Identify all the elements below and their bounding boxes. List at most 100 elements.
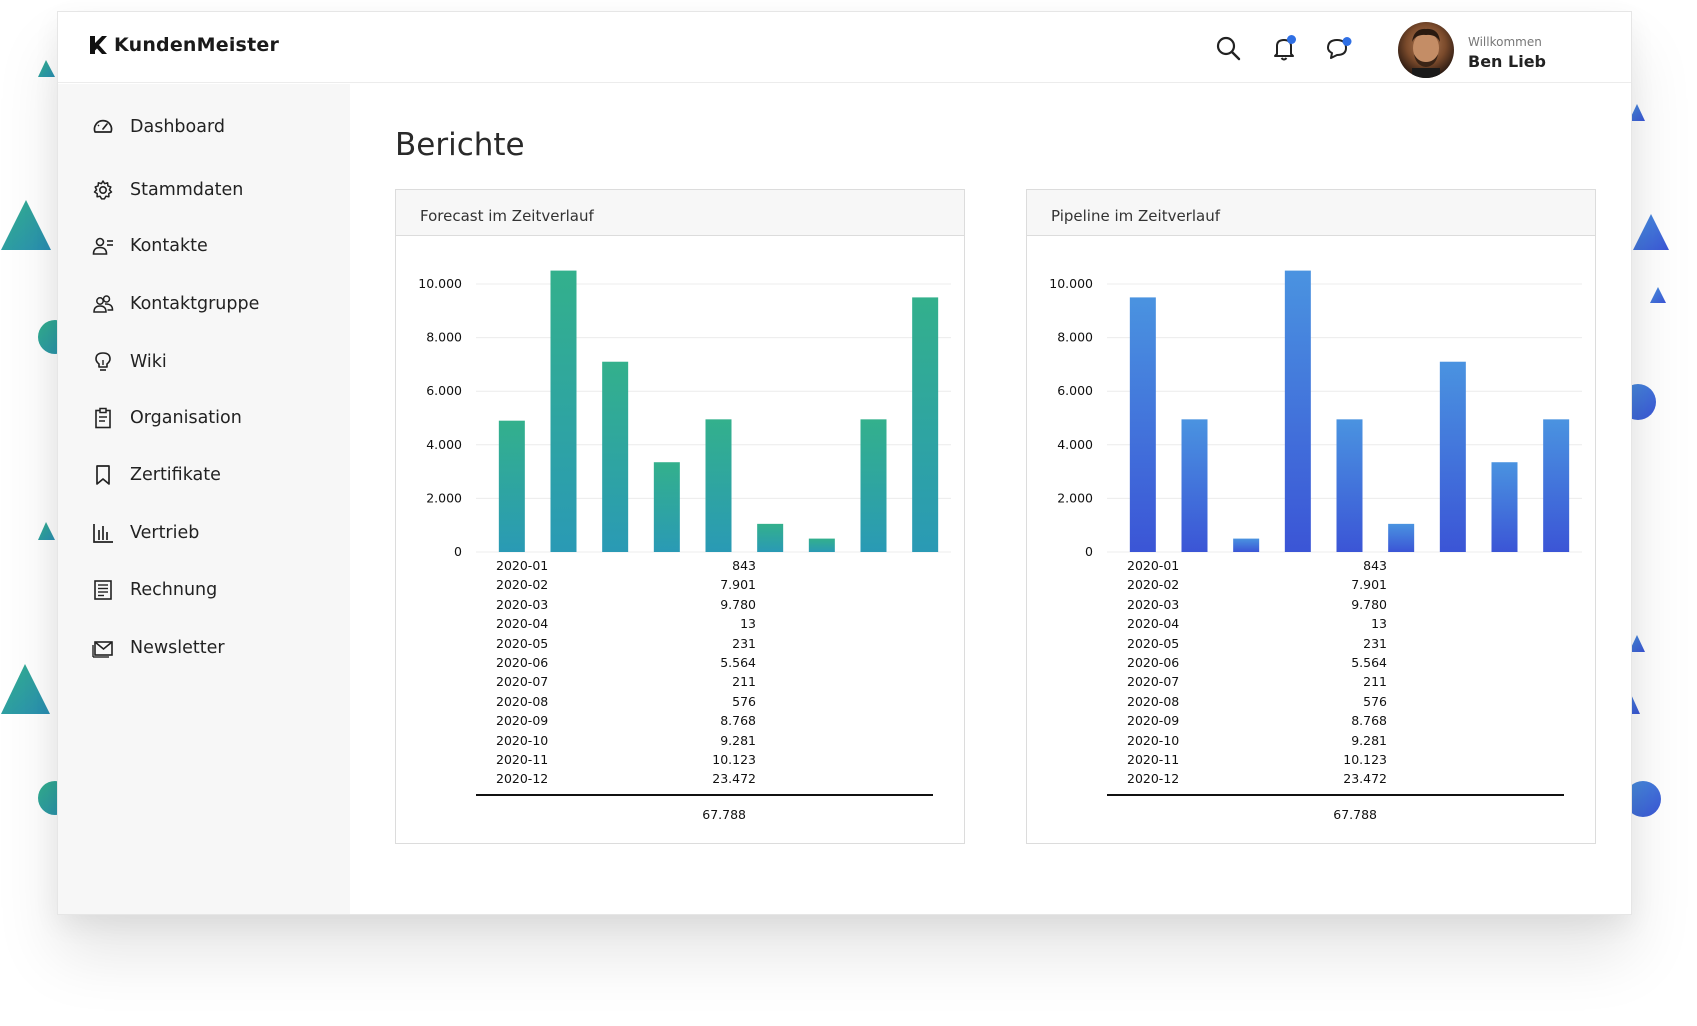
bar[interactable] [1181, 419, 1208, 552]
month-cell: 2020-08 [496, 693, 549, 709]
avatar-portrait [1412, 28, 1440, 78]
table-row: 2020-10 9.281 [496, 733, 946, 752]
bar[interactable] [602, 361, 629, 552]
sidebar-item-newsletter[interactable]: Newsletter [92, 637, 225, 659]
sidebar-item-dashboard[interactable]: Dashboard [92, 116, 225, 138]
y-tick-label: 6.000 [426, 383, 462, 398]
bar[interactable] [1336, 419, 1363, 552]
sidebar-item-stammdaten[interactable]: Stammdaten [92, 179, 243, 201]
sidebar-item-rechnung[interactable]: Rechnung [92, 579, 217, 601]
value-cell: 10.123 [1343, 751, 1387, 767]
month-cell: 2020-12 [1127, 771, 1180, 787]
sidebar-item-zertifikate[interactable]: Zertifikate [92, 464, 221, 486]
bar[interactable] [1388, 523, 1415, 552]
clipboard-icon [95, 407, 111, 429]
value-cell: 8.768 [720, 713, 756, 729]
bar[interactable] [550, 270, 577, 552]
avatar[interactable] [1398, 22, 1454, 78]
bar[interactable] [808, 538, 835, 552]
bar[interactable] [1491, 462, 1518, 552]
pipeline-chart: 0 2.000 4.000 6.000 8.000 10.000 [1049, 270, 1582, 557]
table-row: 2020-01 843 [496, 558, 946, 577]
sidebar-item-kontakte[interactable]: Kontakte [92, 235, 208, 257]
table-row: 2020-07 211 [496, 674, 946, 693]
y-tick-label: 4.000 [1057, 437, 1093, 452]
month-cell: 2020-10 [1127, 732, 1180, 748]
bar[interactable] [653, 462, 680, 552]
user-name[interactable]: Ben Lieb [1468, 52, 1546, 71]
month-cell: 2020-01 [1127, 558, 1180, 573]
value-cell: 13 [1371, 616, 1387, 632]
value-cell: 23.472 [712, 771, 756, 787]
month-cell: 2020-09 [496, 713, 549, 729]
logo-text: KundenMeister [114, 34, 280, 56]
chat-icon[interactable] [1324, 34, 1352, 62]
sidebar-item-vertrieb[interactable]: Vertrieb [92, 522, 199, 544]
month-cell: 2020-11 [1127, 751, 1180, 767]
bar[interactable] [1284, 270, 1311, 552]
value-cell: 13 [740, 616, 756, 632]
value-cell: 7.901 [720, 577, 756, 593]
value-cell: 576 [1363, 693, 1387, 709]
stage: KundenMeister Willkommen Ben Lieb Dashbo… [0, 0, 1697, 1026]
value-cell: 576 [732, 693, 756, 709]
bar[interactable] [860, 419, 887, 552]
value-cell: 211 [732, 674, 756, 690]
bar[interactable] [705, 419, 732, 552]
main-content: Berichte Forecast im Zeitverlauf 0 2.000 4… [350, 84, 1631, 914]
bar[interactable] [912, 297, 939, 552]
sidebar-item-label: Newsletter [130, 638, 225, 658]
sidebar-item-organisation[interactable]: Organisation [92, 407, 242, 429]
value-cell: 23.472 [1343, 771, 1387, 787]
y-tick-label: 8.000 [1057, 330, 1093, 345]
table-row: 2020-12 23.472 [1127, 771, 1577, 790]
value-cell: 9.281 [1351, 732, 1387, 748]
bar[interactable] [1543, 419, 1570, 552]
logo-icon [90, 36, 107, 54]
month-cell: 2020-12 [496, 771, 549, 787]
value-cell: 843 [732, 558, 756, 573]
table-row: 2020-10 9.281 [1127, 733, 1577, 752]
sidebar-item-wiki[interactable]: Wiki [92, 351, 167, 373]
sidebar-item-label: Zertifikate [130, 465, 221, 485]
mail-icon [92, 641, 113, 658]
sidebar-item-kontaktgruppe[interactable]: Kontaktgruppe [92, 293, 259, 315]
month-cell: 2020-05 [496, 635, 549, 651]
table-row: 2020-01 843 [1127, 558, 1577, 577]
y-tick-label: 4.000 [426, 437, 462, 452]
month-cell: 2020-05 [1127, 635, 1180, 651]
sidebar-item-label: Organisation [130, 408, 242, 428]
y-tick-label: 10.000 [418, 276, 462, 291]
welcome-label: Willkommen [1468, 35, 1542, 49]
gauge-icon [93, 119, 113, 133]
sidebar-item-label: Vertrieb [130, 523, 200, 543]
sidebar-item-label: Stammdaten [130, 180, 244, 200]
page-title: Berichte [395, 127, 525, 163]
table-row: 2020-09 8.768 [1127, 713, 1577, 732]
table-row: 2020-04 13 [496, 616, 946, 635]
month-cell: 2020-07 [496, 674, 549, 690]
month-cell: 2020-10 [496, 732, 549, 748]
bar[interactable] [1129, 297, 1156, 552]
y-tick-label: 0 [1085, 544, 1093, 557]
table-row: 2020-08 576 [1127, 694, 1577, 713]
y-tick-label: 0 [454, 544, 462, 557]
logo[interactable]: KundenMeister [88, 34, 279, 56]
month-cell: 2020-08 [1127, 693, 1180, 709]
table-row: 2020-08 576 [496, 694, 946, 713]
search-icon[interactable] [1214, 34, 1242, 62]
bookmark-icon [96, 465, 110, 485]
table-row: 2020-11 10.123 [1127, 752, 1577, 771]
bell-icon[interactable] [1270, 34, 1298, 62]
bar[interactable] [498, 420, 525, 552]
card-title: Forecast im Zeitverlauf [396, 190, 964, 236]
bar[interactable] [757, 523, 784, 552]
value-cell: 9.780 [720, 596, 756, 612]
table-row: 2020-03 9.780 [1127, 597, 1577, 616]
table-row: 2020-02 7.901 [496, 577, 946, 596]
bar[interactable] [1439, 361, 1466, 552]
y-tick-label: 6.000 [1057, 383, 1093, 398]
bar[interactable] [1233, 538, 1260, 552]
month-cell: 2020-04 [1127, 616, 1180, 632]
value-cell: 7.901 [1351, 577, 1387, 593]
